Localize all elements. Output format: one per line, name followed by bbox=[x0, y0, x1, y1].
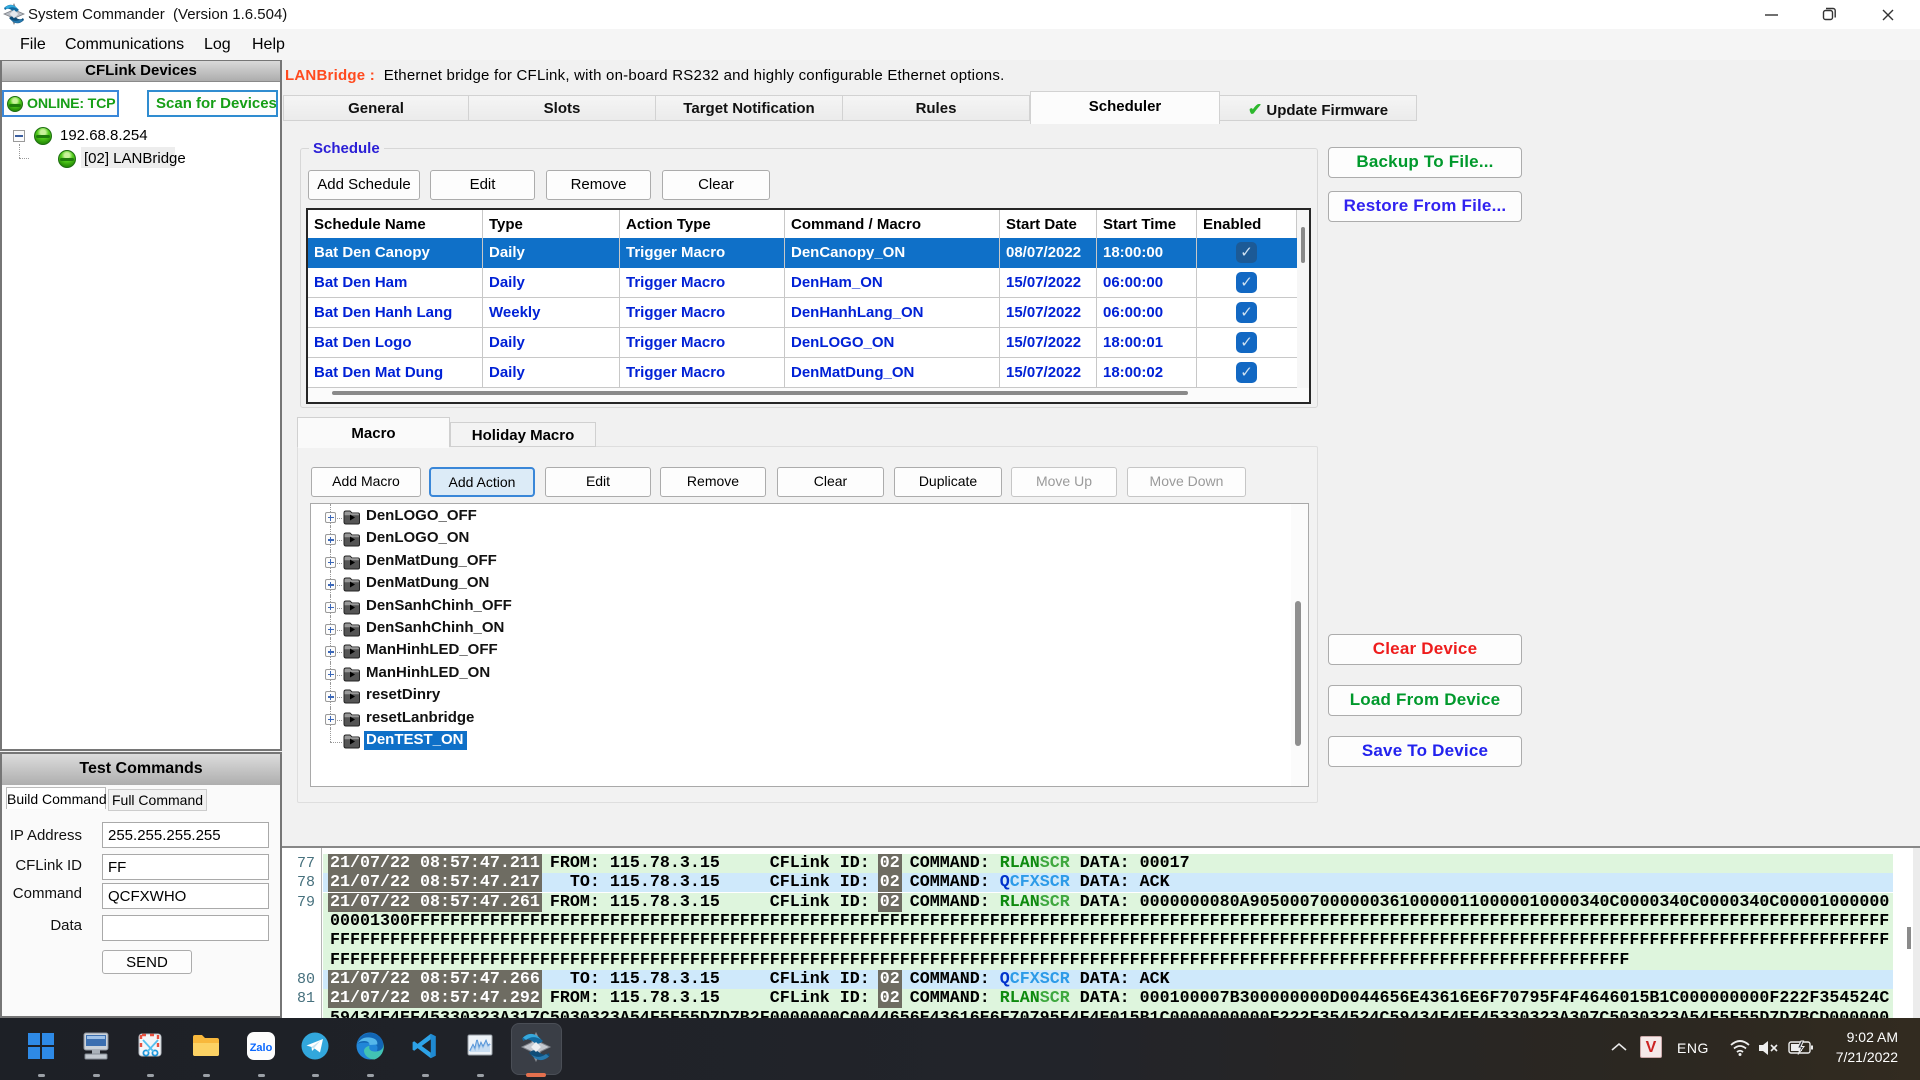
svg-text:Zalo: Zalo bbox=[250, 1042, 273, 1054]
